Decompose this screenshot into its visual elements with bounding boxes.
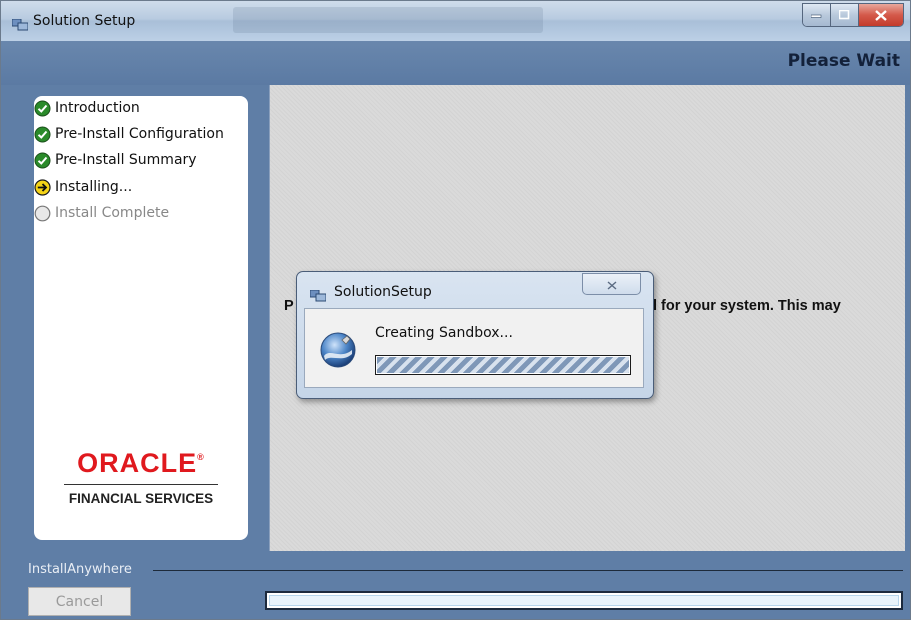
minimize-button[interactable] [803, 4, 831, 26]
globe-wrench-icon [318, 330, 358, 370]
dialog-body: Creating Sandbox... [304, 308, 644, 388]
logo-subtitle: FINANCIAL SERVICES [68, 491, 214, 506]
check-circle-icon [34, 100, 51, 117]
main-progress-bar [265, 591, 903, 610]
dialog-progress-bar [375, 355, 631, 375]
header-band: Please Wait [1, 41, 910, 85]
progress-dialog[interactable]: SolutionSetup Creating Sandbox... [296, 271, 654, 399]
dialog-message: Creating Sandbox... [375, 325, 513, 341]
check-circle-icon [34, 126, 51, 143]
step-introduction: Introduction [34, 98, 140, 118]
step-label: Installing... [55, 179, 133, 195]
app-icon [11, 16, 29, 31]
cancel-button[interactable]: Cancel [28, 587, 131, 616]
step-label: Install Complete [55, 205, 170, 221]
close-button[interactable] [859, 4, 903, 26]
empty-circle-icon [34, 205, 51, 222]
dialog-title: SolutionSetup [334, 284, 432, 300]
window-title: Solution Setup [33, 13, 136, 29]
page-heading: Please Wait [787, 51, 900, 71]
app-icon [309, 287, 327, 302]
footer: InstallAnywhere Cancel [1, 559, 910, 619]
dialog-close-button[interactable] [582, 273, 641, 295]
main-progress-fill [269, 595, 899, 606]
step-pre-install-summary: Pre-Install Summary [34, 150, 197, 170]
close-icon [607, 275, 617, 294]
step-pre-install-configuration: Pre-Install Configuration [34, 124, 224, 144]
maximize-button[interactable] [831, 4, 859, 26]
footer-divider [153, 570, 903, 571]
check-circle-icon [34, 152, 51, 169]
step-label: Pre-Install Summary [55, 152, 197, 168]
progress-stripes [377, 357, 629, 373]
step-installing: Installing... [34, 177, 132, 197]
title-bar-blur [233, 7, 543, 33]
steps-panel: Introduction Pre-Install Configuration P… [34, 96, 248, 540]
title-bar[interactable]: Solution Setup [1, 1, 910, 41]
window-controls [802, 3, 904, 27]
step-install-complete: Install Complete [34, 203, 169, 223]
oracle-logo: ORACLE® FINANCIAL SERVICES [34, 448, 248, 506]
status-text-start: P [284, 298, 294, 314]
logo-divider [64, 484, 218, 485]
step-label: Introduction [55, 100, 140, 116]
status-text: l for your system. This may [653, 298, 841, 314]
installer-window: Solution Setup Please Wait Introduction [0, 0, 911, 620]
arrow-circle-icon [34, 178, 51, 196]
installanywhere-label: InstallAnywhere [28, 562, 132, 577]
oracle-wordmark: ORACLE® [77, 448, 205, 478]
step-label: Pre-Install Configuration [55, 126, 224, 142]
